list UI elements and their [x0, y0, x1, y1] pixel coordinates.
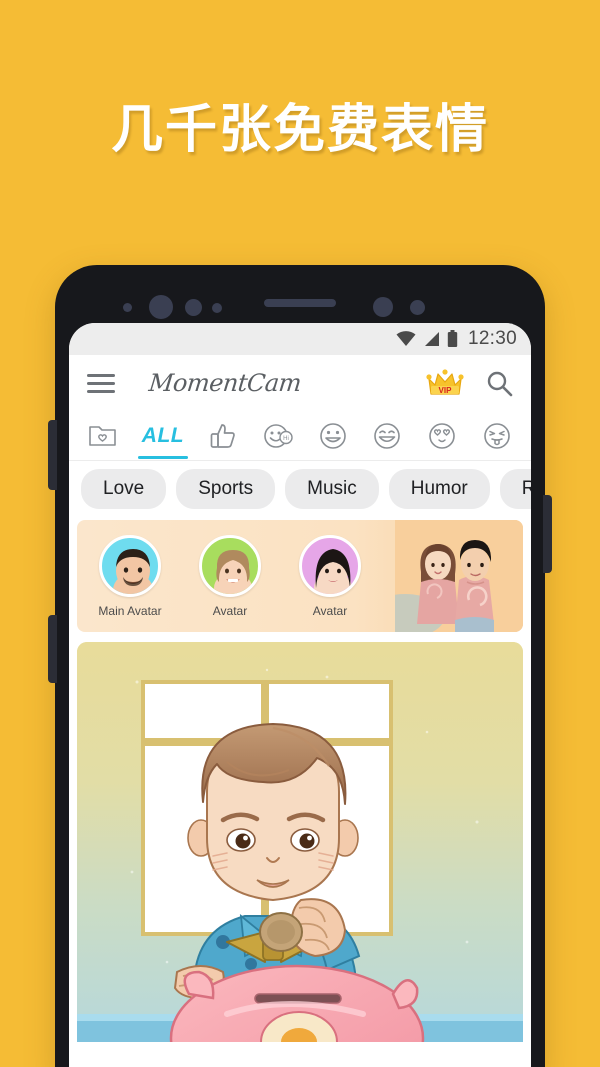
tab-favorites[interactable] — [83, 416, 123, 456]
app-logo: MomentCam — [147, 369, 303, 397]
avatar — [199, 534, 261, 597]
thumbs-up-icon — [210, 423, 235, 448]
earpiece-speaker — [264, 299, 336, 307]
chip-romance[interactable]: Rom — [499, 468, 531, 509]
volume-down-button[interactable] — [48, 615, 57, 683]
tab-smile[interactable] — [313, 416, 353, 456]
avatar — [99, 534, 161, 597]
battery-icon — [447, 330, 458, 347]
phone-mockup: 12:30 MomentCam VIP ALL Hi Love Sports M… — [48, 265, 552, 1067]
tab-all[interactable]: ALL — [137, 416, 189, 459]
face-speech-bubble-icon: Hi — [263, 423, 293, 448]
search-icon[interactable] — [486, 370, 513, 397]
chip-music[interactable]: Music — [285, 468, 379, 509]
tab-laugh[interactable] — [367, 416, 407, 456]
vip-crown-icon[interactable]: VIP — [426, 368, 464, 398]
sensor-dot — [185, 299, 202, 316]
status-bar: 12:30 — [69, 323, 531, 355]
phone-screen: 12:30 MomentCam VIP ALL Hi Love Sports M… — [69, 323, 531, 1067]
svg-text:Hi: Hi — [283, 436, 289, 442]
couple-illustration[interactable] — [395, 520, 523, 632]
avatar — [299, 534, 361, 597]
status-time: 12:30 — [467, 328, 517, 349]
category-tab-strip: ALL Hi — [69, 411, 531, 461]
avatar-second[interactable]: Avatar — [183, 534, 277, 618]
chip-love[interactable]: Love — [81, 468, 167, 509]
page-title: 几千张免费表情 — [110, 100, 489, 160]
folder-heart-icon — [89, 425, 116, 446]
chip-sports[interactable]: Sports — [176, 468, 276, 509]
tongue-out-face-icon — [484, 422, 510, 449]
smiley-face-icon — [319, 422, 346, 449]
front-camera-icon — [149, 295, 173, 319]
power-button[interactable] — [543, 495, 552, 573]
tab-thumbs-up[interactable] — [203, 416, 243, 456]
avatar-label: Avatar — [312, 603, 348, 618]
vip-label: VIP — [439, 386, 453, 395]
app-header: MomentCam VIP — [69, 355, 531, 411]
avatar-label: Avatar — [212, 603, 248, 618]
heart-eyes-face-icon — [429, 422, 455, 449]
avatar-third[interactable]: Avatar — [283, 534, 377, 618]
header-actions: VIP — [426, 368, 513, 398]
phone-bezel — [55, 265, 545, 325]
chip-humor[interactable]: Humor — [388, 468, 490, 509]
avatar-main[interactable]: ★ Main Avatar — [83, 534, 511, 618]
tab-tongue[interactable] — [477, 416, 517, 456]
sensor-dot — [123, 303, 132, 312]
sensor-dot — [212, 303, 222, 313]
category-chip-row[interactable]: Love Sports Music Humor Rom — [69, 461, 531, 516]
hamburger-menu-icon[interactable] — [87, 373, 115, 393]
sensor-dot — [373, 297, 393, 317]
tab-love[interactable] — [422, 416, 462, 456]
tab-greeting[interactable]: Hi — [258, 416, 298, 456]
avatar-bar: ★ Main Avatar Avatar — [77, 520, 523, 632]
sticker-preview-card[interactable] — [77, 642, 523, 1042]
sensor-dot — [410, 300, 425, 315]
cellular-signal-icon — [424, 332, 439, 346]
volume-up-button[interactable] — [48, 420, 57, 490]
avatar-label: Main Avatar — [98, 603, 162, 618]
wifi-icon — [396, 331, 416, 346]
laughing-face-icon — [374, 422, 401, 449]
